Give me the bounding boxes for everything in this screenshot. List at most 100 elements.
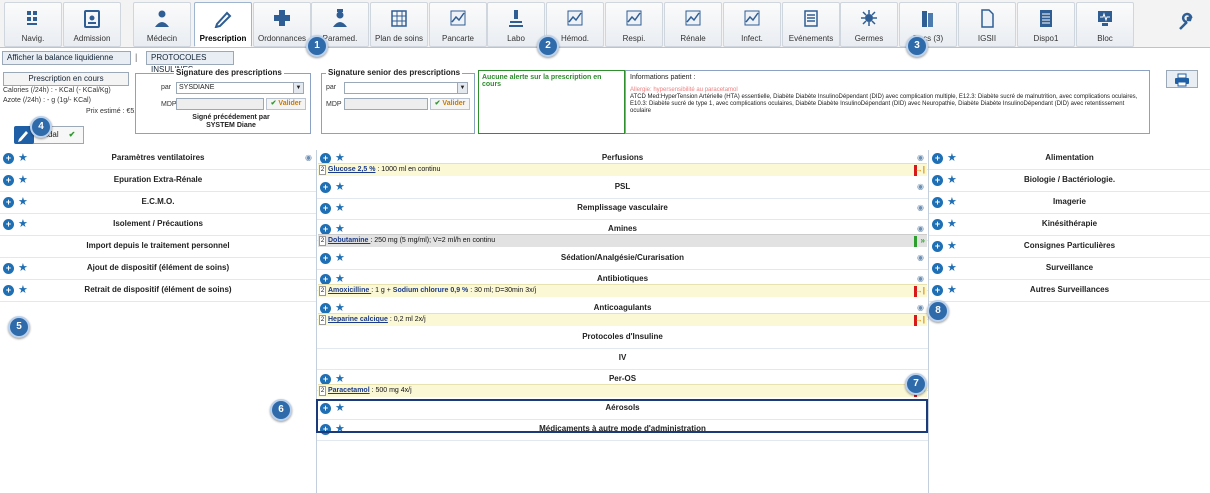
prescription-line[interactable]: 2 Dobutamine : 250 mg (5 mg/ml); V=2 ml/h… (318, 234, 927, 247)
tab-germes[interactable]: Germes (840, 2, 898, 47)
eye-icon[interactable]: ◉ (917, 253, 924, 262)
prescription-line[interactable]: 2 Glucose 2,5 % : 1000 ml en continu →| (318, 163, 927, 176)
line-number: 2 (319, 165, 326, 175)
drug-detail: : 250 mg (5 mg/ml); V=2 ml/h en continu (370, 237, 496, 244)
alert-text: Aucune alerte sur la prescription en cou… (482, 74, 602, 88)
tab-label: IGSII (977, 34, 997, 43)
senior-valider-button[interactable]: ✔ Valider (430, 98, 470, 110)
section-kinesitherapie[interactable]: + ★ Kinésithérapie (929, 216, 1210, 236)
tab-infect[interactable]: Infect. (723, 2, 781, 47)
section-title: Antibiotiques (596, 274, 649, 283)
section-remplissage-vasculaire[interactable]: + ★ Remplissage vasculaire ◉ (317, 200, 928, 220)
section-title: Imagerie (1053, 197, 1086, 206)
tab-labo[interactable]: Labo (487, 2, 545, 47)
section-title: Retrait de dispositif (élément de soins) (84, 285, 232, 294)
signed-label: Signé précédement par (192, 114, 270, 121)
balance-liquidienne-button[interactable]: Afficher la balance liquidienne (2, 51, 131, 65)
eye-icon[interactable]: ◉ (917, 274, 924, 283)
chevron-down-icon: ▼ (457, 83, 467, 93)
section-title: Consignes Particulières (1023, 241, 1116, 250)
section-protocoles-d-insuline[interactable]: Protocoles d'Insuline (317, 329, 928, 349)
tab-plan-de-soins[interactable]: Plan de soins (370, 2, 428, 47)
tab-label: Navig. (21, 34, 45, 43)
line-number: 2 (319, 236, 326, 246)
eye-icon[interactable]: ◉ (917, 182, 924, 191)
section-iv[interactable]: IV (317, 350, 928, 370)
tab-igsii[interactable]: IGSII (958, 2, 1016, 47)
callout-badge-4: 4 (30, 116, 52, 138)
signature-user-select[interactable]: SYSDIANE ▼ (176, 82, 304, 94)
section-retrait-de-dispositif-element-de-soins[interactable]: + ★ Retrait de dispositif (élément de soin… (0, 282, 316, 302)
tab-admission[interactable]: Admission (63, 2, 121, 47)
eye-icon[interactable]: ◉ (917, 203, 924, 212)
protocoles-insulines-button[interactable]: PROTOCOLES INSULINES (146, 51, 234, 74)
signed-user: SYSTEM Diane (206, 122, 256, 129)
eye-icon[interactable]: ◉ (917, 224, 924, 233)
printer-icon (1175, 73, 1189, 87)
section-title: PSL (614, 182, 631, 191)
signature-password-field[interactable] (176, 98, 264, 110)
prescription-line[interactable]: 2Paracetamol : 500 mg 4x/j▶ (318, 384, 927, 397)
eye-icon[interactable]: ◉ (305, 153, 312, 162)
stop-arrow-icon[interactable]: →| (915, 285, 925, 297)
drug-name-link[interactable]: Heparine calcique (328, 316, 388, 323)
settings-button[interactable] (1170, 6, 1204, 42)
doctor-icon (155, 10, 169, 27)
section-epuration-extra-renale[interactable]: + ★ Epuration Extra-Rénale (0, 172, 316, 192)
drug-name-link[interactable]: Dobutamine (328, 237, 370, 244)
microscope-icon (509, 10, 523, 27)
tab-pancarte[interactable]: Pancarte (429, 2, 487, 47)
section-title: IV (618, 353, 627, 362)
tab-m-decin[interactable]: Médecin (133, 2, 191, 47)
tab-ordonnances[interactable]: Ordonnances (253, 2, 311, 47)
line-chart-icon (685, 10, 701, 26)
senior-user-select[interactable]: ▼ (344, 82, 468, 94)
tab-dispo1[interactable]: Dispo1 (1017, 2, 1075, 47)
section-alimentation[interactable]: + ★ Alimentation (929, 150, 1210, 170)
tab-prescription[interactable]: Prescription (194, 2, 252, 47)
section-surveillance[interactable]: + ★ Surveillance (929, 260, 1210, 280)
line-number: 2 (319, 315, 326, 325)
prescription-line[interactable]: 2 Amoxicilline : 1 g + Sodium chlorure 0,… (318, 284, 927, 297)
chevron-down-icon: ▼ (293, 83, 303, 93)
tab-label: Evénements (788, 34, 834, 43)
section-import-depuis-le-traitement-personnel[interactable]: Import depuis le traitement personnel (0, 238, 316, 258)
section-isolement-precautions[interactable]: + ★ Isolement / Précautions (0, 216, 316, 236)
drug-name-link[interactable]: Glucose 2,5 % (328, 166, 375, 173)
double-arrow-icon[interactable]: » (921, 235, 925, 247)
signature-valider-button[interactable]: ✔ Valider (266, 98, 306, 110)
senior-password-field[interactable] (344, 98, 428, 110)
line-chart-icon (450, 10, 466, 26)
tab-respi[interactable]: Respi. (605, 2, 663, 47)
section-imagerie[interactable]: + ★ Imagerie (929, 194, 1210, 214)
callout-badge-5: 5 (8, 316, 30, 338)
separator: | (135, 52, 138, 62)
section-biologie-bacteriologie[interactable]: + ★ Biologie / Bactériologie. (929, 172, 1210, 192)
section-autres-surveillances[interactable]: + ★ Autres Surveillances (929, 282, 1210, 302)
section-psl[interactable]: + ★ PSL ◉ (317, 179, 928, 199)
print-button[interactable] (1166, 70, 1198, 88)
drug-name-link[interactable]: Paracetamol (328, 387, 370, 394)
azote-text: Azote (/24h) : - g (1g/- KCal) (3, 97, 91, 104)
section-e-c-m-o[interactable]: + ★ E.C.M.O. (0, 194, 316, 214)
tab-bloc[interactable]: Bloc (1076, 2, 1134, 47)
drug-name-link[interactable]: Amoxicilline (328, 287, 371, 294)
section-parametres-ventilatoires[interactable]: + ★ Paramètres ventilatoires ◉ (0, 150, 316, 170)
check-icon: ✔ (68, 130, 76, 139)
prescription-line[interactable]: 2 Heparine calcique : 0,2 ml 2x/j →| (318, 313, 927, 326)
stop-arrow-icon[interactable]: →| (915, 164, 925, 176)
eye-icon[interactable]: ◉ (917, 153, 924, 162)
tab-r-nale[interactable]: Rénale (664, 2, 722, 47)
mdp-label: MDP (161, 101, 177, 108)
stop-arrow-icon[interactable]: →| (915, 314, 925, 326)
tab-ev-nements[interactable]: Evénements (782, 2, 840, 47)
tab-label: Respi. (622, 34, 646, 43)
section-title: Anticoagulants (593, 303, 652, 312)
section-consignes-particulieres[interactable]: + ★ Consignes Particulières (929, 238, 1210, 258)
eye-icon[interactable]: ◉ (917, 303, 924, 312)
nurse-icon (333, 9, 347, 27)
par-label: par (161, 84, 172, 91)
tab-navig[interactable]: Navig. (4, 2, 62, 47)
section-sedation-analgesie-curarisation[interactable]: + ★ Sédation/Analgésie/Curarisation ◉ (317, 250, 928, 270)
section-ajout-de-dispositif-element-de-soins[interactable]: + ★ Ajout de dispositif (élément de soins) (0, 260, 316, 280)
